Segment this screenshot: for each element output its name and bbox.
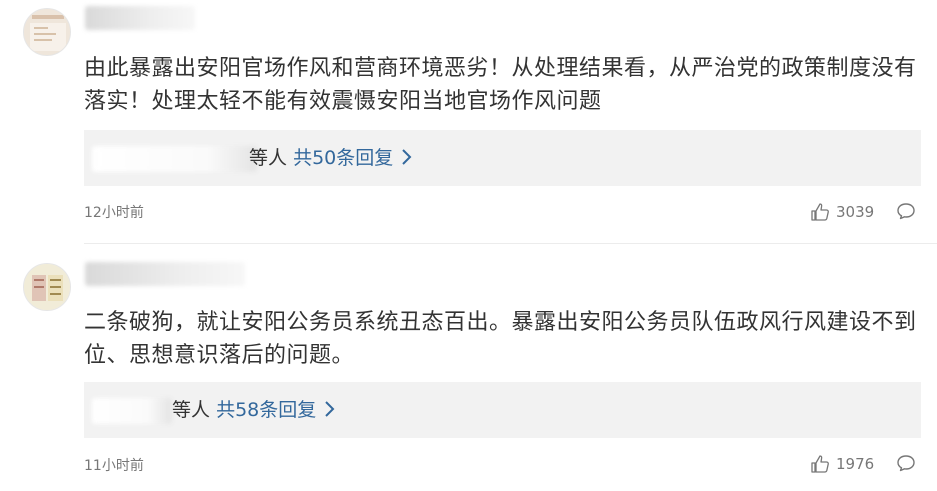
comment-icon[interactable] bbox=[896, 201, 916, 221]
username-blurred[interactable] bbox=[85, 262, 245, 286]
avatar[interactable] bbox=[23, 263, 71, 311]
comment-text: 由此暴露出安阳官场作风和营商环境恶劣！从处理结果看，从严治党的政策制度没有落实！… bbox=[84, 56, 917, 114]
thumbs-up-icon bbox=[811, 203, 829, 221]
chevron-right-icon bbox=[402, 149, 412, 165]
reply-summary-bar[interactable]: 等人 共50条回复 bbox=[84, 130, 921, 186]
comment-time: 11小时前 bbox=[84, 458, 144, 474]
like-count: 1976 bbox=[836, 455, 875, 473]
comment-item: 二条破狗，就让安阳公务员系统丑态百出。暴露出安阳公务员队伍政风行风建设不到位、思… bbox=[0, 248, 937, 491]
chevron-right-icon bbox=[325, 401, 335, 417]
reply-count-link[interactable]: 共50条回复 bbox=[293, 147, 393, 169]
comment-text: 二条破狗，就让安阳公务员系统丑态百出。暴露出安阳公务员队伍政风行风建设不到位、思… bbox=[84, 310, 917, 368]
reply-count-link[interactable]: 共58条回复 bbox=[216, 399, 316, 421]
avatar[interactable] bbox=[23, 8, 71, 56]
reply-users-blurred bbox=[92, 398, 172, 424]
avatar-image bbox=[24, 9, 70, 55]
reply-summary-bar[interactable]: 等人 共58条回复 bbox=[84, 382, 921, 438]
avatar-image bbox=[24, 264, 70, 310]
like-count: 3039 bbox=[836, 203, 875, 221]
reply-summary[interactable]: 等人 共50条回复 bbox=[249, 144, 413, 172]
comment-time: 12小时前 bbox=[84, 205, 144, 221]
comment-icon[interactable] bbox=[896, 453, 916, 473]
reply-users-suffix: 等人 bbox=[249, 147, 288, 169]
like-button[interactable]: 3039 bbox=[810, 202, 874, 222]
reply-summary[interactable]: 等人 共58条回复 bbox=[172, 396, 336, 424]
like-button[interactable]: 1976 bbox=[810, 454, 874, 474]
divider bbox=[84, 243, 937, 244]
comment-item: 由此暴露出安阳官场作风和营商环境恶劣！从处理结果看，从严治党的政策制度没有落实！… bbox=[0, 0, 937, 244]
username-blurred[interactable] bbox=[85, 6, 195, 30]
reply-users-blurred bbox=[92, 146, 257, 172]
thumbs-up-icon bbox=[811, 455, 829, 473]
reply-users-suffix: 等人 bbox=[172, 399, 211, 421]
